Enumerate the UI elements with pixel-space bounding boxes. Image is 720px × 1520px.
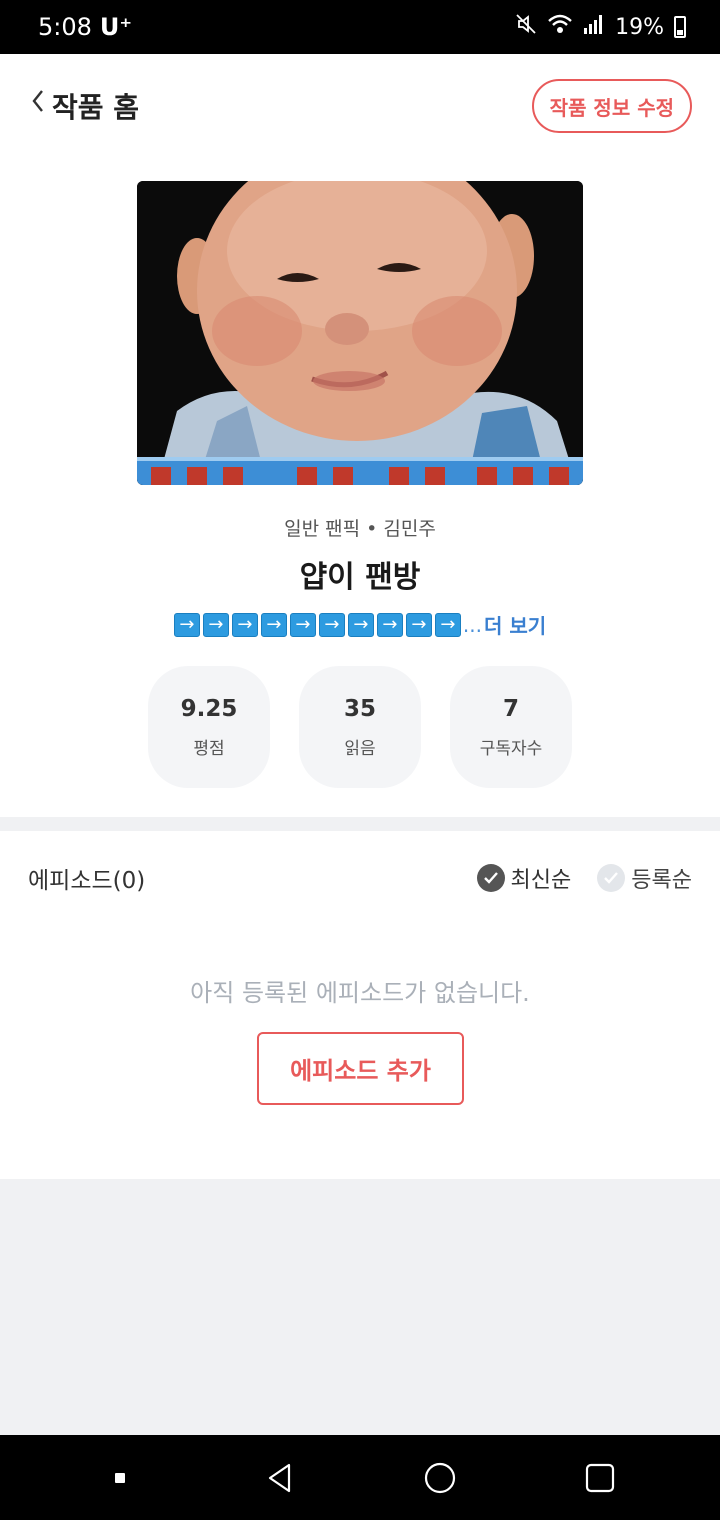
episodes-section: 에피소드(0) 최신순 등록순 아직 등록된 에피소드가 없습니다. 에피소드 …	[0, 831, 720, 1179]
sort-latest-label: 최신순	[510, 868, 572, 893]
stat-label: 읽음	[344, 738, 376, 759]
work-category: 일반 팬픽	[284, 518, 361, 540]
synopsis-ellipsis: ...	[462, 612, 482, 637]
empty-episodes-message: 아직 등록된 에피소드가 없습니다.	[190, 979, 530, 1007]
work-title: 얍이 팬방	[299, 560, 421, 595]
sort-registered[interactable]: 등록순	[597, 862, 692, 894]
arrow-right-icon: →	[202, 612, 229, 637]
carrier-label: U⁺	[99, 13, 133, 41]
separator-dot: •	[366, 518, 378, 540]
arrow-right-icon: →	[434, 612, 461, 637]
square-overview-icon[interactable]	[570, 1448, 630, 1508]
square-dot-icon[interactable]	[90, 1448, 150, 1508]
episodes-header: 에피소드(0) 최신순 등록순	[28, 861, 692, 895]
stats-row: 9.25 평점 35 읽음 7 구독자수	[148, 666, 572, 788]
arrow-right-icon: →	[405, 612, 432, 637]
arrow-right-icon: →	[318, 612, 345, 637]
stat-rating: 9.25 평점	[148, 666, 270, 788]
triangle-back-icon[interactable]	[250, 1448, 310, 1508]
work-synopsis: → → → → → → → → → → ... 더 보기	[0, 610, 720, 639]
sort-latest[interactable]: 최신순	[476, 862, 572, 894]
edit-work-info-button[interactable]: 작품 정보 수정	[531, 79, 692, 133]
stat-label: 구독자수	[479, 738, 543, 759]
cover-image	[137, 181, 583, 485]
work-home-screen: 작품 홈 작품 정보 수정 일반 팬픽 • 김민주 얍이 팬방 → → → → …	[0, 54, 720, 817]
stat-value: 7	[502, 695, 519, 722]
battery-icon	[674, 16, 686, 38]
arrow-right-icon: →	[173, 612, 200, 637]
arrow-right-icon: →	[347, 612, 374, 637]
add-episode-button[interactable]: 에피소드 추가	[257, 1032, 464, 1105]
mute-icon	[515, 13, 537, 41]
stat-reads: 35 읽음	[299, 666, 421, 788]
sort-options: 최신순 등록순	[476, 862, 692, 894]
status-bar: 5:08 U⁺ 19%	[0, 0, 720, 54]
status-time: 5:08	[38, 13, 92, 41]
work-author: 김민주	[383, 518, 436, 540]
system-nav-bar	[0, 1435, 720, 1520]
stat-subscribers: 7 구독자수	[450, 666, 572, 788]
signal-icon	[583, 13, 605, 41]
chevron-left-icon	[30, 88, 46, 120]
synopsis-arrows: → → → → → → → → → →	[173, 612, 461, 637]
sort-registered-label: 등록순	[631, 868, 692, 893]
work-meta: 일반 팬픽 • 김민주	[0, 514, 720, 541]
stat-label: 평점	[193, 738, 225, 759]
wifi-icon	[547, 13, 573, 41]
more-link[interactable]: 더 보기	[484, 610, 546, 639]
page-title: 작품 홈	[52, 91, 140, 124]
arrow-right-icon: →	[231, 612, 258, 637]
stat-value: 35	[343, 695, 376, 722]
circle-home-icon[interactable]	[410, 1448, 470, 1508]
check-icon	[597, 864, 626, 892]
stat-value: 9.25	[180, 695, 238, 722]
arrow-right-icon: →	[289, 612, 316, 637]
arrow-right-icon: →	[376, 612, 403, 637]
battery-percent: 19%	[615, 14, 664, 40]
check-icon	[476, 864, 505, 892]
app-header: 작품 홈 작품 정보 수정	[0, 54, 720, 158]
episodes-title: 에피소드(0)	[28, 868, 146, 894]
back-button[interactable]: 작품 홈	[30, 86, 139, 126]
arrow-right-icon: →	[260, 612, 287, 637]
